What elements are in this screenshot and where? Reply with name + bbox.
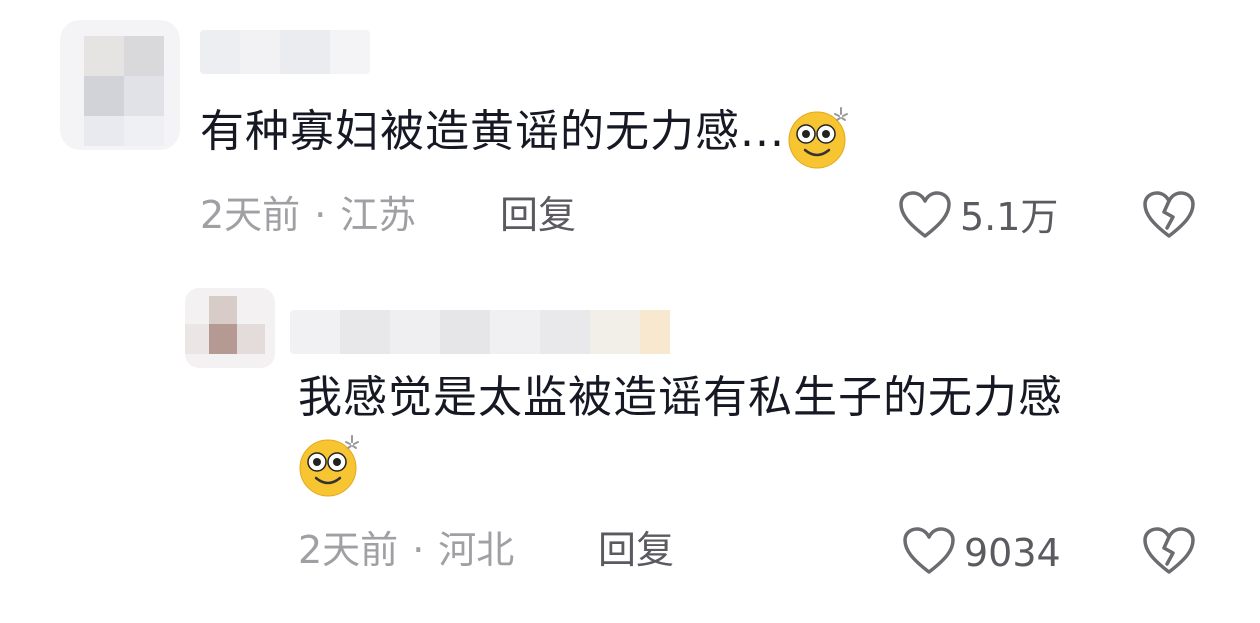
like-button[interactable]: 9034: [902, 526, 1061, 580]
dizzy-eyes-emoji-icon: [785, 104, 848, 169]
comment-item: 有种寡妇被造黄谣的无力感... 2天前 · 江苏 回复 5.1万: [0, 0, 1260, 260]
username[interactable]: [200, 30, 370, 74]
comment-meta: 2天前 · 江苏: [200, 193, 416, 237]
avatar[interactable]: [60, 20, 180, 150]
heart-outline-icon: [902, 526, 956, 580]
meta-separator: ·: [314, 193, 327, 237]
reply-button[interactable]: 回复: [598, 528, 674, 572]
comment-time: 2天前: [298, 528, 399, 572]
comment-text: 我感觉是太监被造谣有私生子的无力感: [298, 370, 1063, 426]
comment-location: 河北: [438, 528, 515, 572]
reply-comment-item: 我感觉是太监被造谣有私生子的无力感 2天前 · 河北 回复 9034: [0, 270, 1260, 623]
broken-heart-icon: [1142, 527, 1196, 580]
comment-text-line2: [296, 432, 359, 497]
comment-location: 江苏: [340, 193, 417, 237]
comment-text: 有种寡妇被造黄谣的无力感...: [200, 104, 848, 169]
dizzy-eyes-emoji-icon: [296, 432, 359, 497]
comment-text-body: 我感觉是太监被造谣有私生子的无力感: [298, 372, 1063, 423]
like-button[interactable]: 5.1万: [898, 190, 1058, 244]
like-count: 9034: [964, 531, 1061, 575]
heart-outline-icon: [898, 190, 952, 244]
comment-text-body: 有种寡妇被造黄谣的无力感...: [200, 106, 785, 157]
comment-time: 2天前: [200, 193, 301, 237]
like-count: 5.1万: [960, 195, 1059, 239]
broken-heart-icon: [1142, 191, 1196, 244]
dislike-button[interactable]: [1142, 190, 1196, 244]
username[interactable]: [290, 310, 690, 354]
dislike-button[interactable]: [1142, 526, 1196, 580]
comment-meta: 2天前 · 河北: [298, 528, 514, 572]
reply-button[interactable]: 回复: [500, 193, 576, 237]
meta-separator: ·: [412, 528, 425, 572]
avatar[interactable]: [185, 288, 275, 368]
